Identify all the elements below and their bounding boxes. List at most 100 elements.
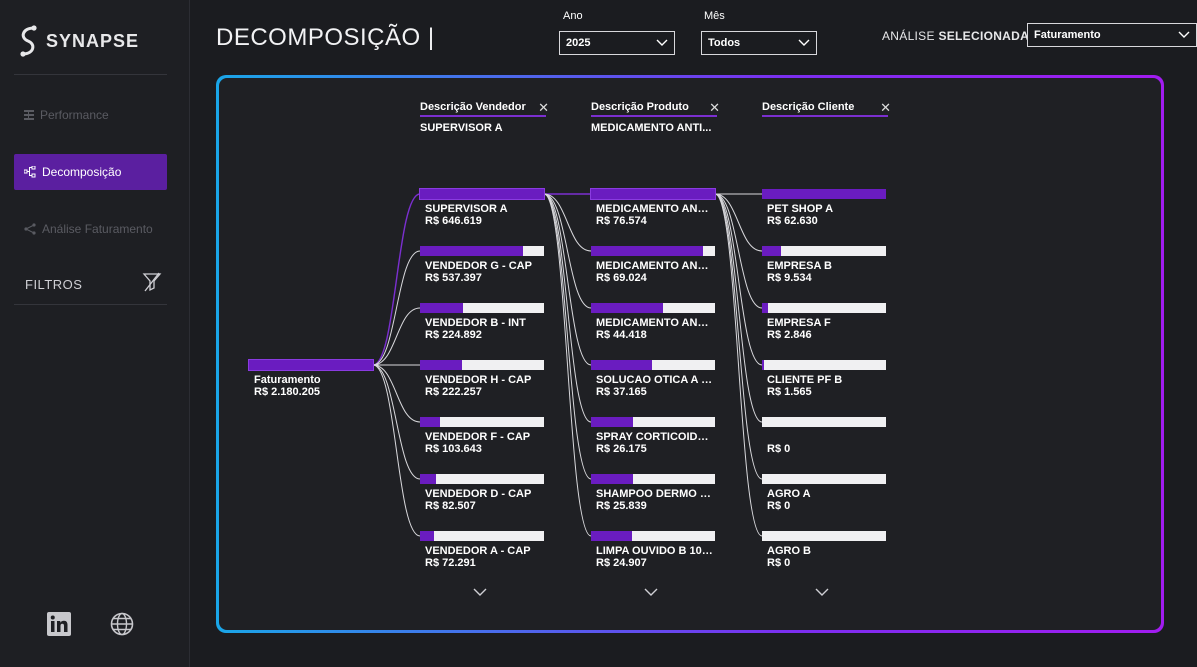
node-bar: [420, 303, 544, 313]
node-value: R$ 222.257: [425, 386, 482, 398]
node-bar-fill: [420, 531, 434, 541]
clear-filter-icon[interactable]: [142, 271, 162, 293]
node-bar-fill: [762, 360, 765, 370]
node-bar: [591, 531, 715, 541]
tree-connector: [372, 364, 421, 423]
tree-node-cliente[interactable]: EMPRESA B R$ 9.534: [762, 246, 888, 284]
node-bar: [591, 474, 715, 484]
node-name: VENDEDOR H - CAP: [425, 374, 532, 386]
node-bar: [762, 531, 886, 541]
node-bar: [419, 188, 545, 200]
tree-connector: [372, 364, 421, 537]
year-select-value: 2025: [566, 37, 591, 49]
month-select[interactable]: Todos: [701, 31, 817, 55]
tree-root-node[interactable]: Faturamento R$ 2.180.205: [248, 359, 375, 398]
tree-node-vendedor[interactable]: VENDEDOR G - CAP R$ 537.397: [420, 246, 546, 284]
tree-connector: [714, 193, 763, 480]
tree-node-produto[interactable]: SPRAY CORTICOIDE A... R$ 26.175: [591, 417, 717, 455]
node-value: R$ 537.397: [425, 272, 482, 284]
tree-node-vendedor[interactable]: VENDEDOR F - CAP R$ 103.643: [420, 417, 546, 455]
tree-node-vendedor[interactable]: VENDEDOR H - CAP R$ 222.257: [420, 360, 546, 398]
node-bar: [590, 188, 716, 200]
node-name: VENDEDOR B - INT: [425, 317, 526, 329]
tree-node-vendedor[interactable]: VENDEDOR A - CAP R$ 72.291: [420, 531, 546, 569]
node-value: R$ 69.024: [596, 272, 647, 284]
filters-heading: FILTROS: [25, 277, 83, 292]
node-value: R$ 224.892: [425, 329, 482, 341]
node-bar: [420, 417, 544, 427]
node-bar-fill: [420, 246, 523, 256]
node-value: R$ 1.565: [767, 386, 812, 398]
globe-icon[interactable]: [110, 612, 134, 636]
node-name: SPRAY CORTICOIDE A...: [596, 431, 715, 443]
expand-more-chevron-icon[interactable]: [643, 587, 659, 597]
chevron-down-icon: [798, 39, 810, 46]
tree-node-cliente[interactable]: PET SHOP A R$ 62.630: [762, 189, 888, 227]
column-title: Descrição Produto: [591, 101, 717, 117]
year-select[interactable]: 2025: [559, 31, 675, 55]
node-bar-fill: [591, 303, 663, 313]
tree-node-cliente[interactable]: R$ 0: [762, 417, 888, 455]
nav-decomposicao[interactable]: Decomposição: [14, 154, 167, 190]
node-bar: [420, 531, 544, 541]
brand-logo: SYNAPSE: [18, 24, 139, 58]
tree-connector: [543, 193, 592, 309]
node-bar: [591, 303, 715, 313]
node-value: R$ 62.630: [767, 215, 818, 227]
node-bar-fill: [762, 303, 769, 313]
node-bar-fill: [762, 246, 781, 256]
node-name: [762, 431, 886, 443]
node-name: VENDEDOR F - CAP: [425, 431, 531, 443]
nav-performance[interactable]: Performance: [14, 97, 167, 133]
tree-connector: [372, 250, 421, 366]
tree-node-produto[interactable]: MEDICAMENTO ANTI... R$ 44.418: [591, 303, 717, 341]
analysis-select-value: Faturamento: [1034, 29, 1101, 41]
column-selected-value: MEDICAMENTO ANTI...: [591, 122, 712, 134]
close-icon[interactable]: ✕: [880, 100, 891, 116]
close-icon[interactable]: ✕: [538, 100, 549, 116]
tree-node-cliente[interactable]: CLIENTE PF B R$ 1.565: [762, 360, 888, 398]
analysis-label-prefix: ANÁLISE: [882, 29, 939, 43]
brand-name: SYNAPSE: [46, 30, 140, 51]
node-name: EMPRESA F: [767, 317, 831, 329]
sidebar-divider: [14, 304, 167, 305]
node-name: VENDEDOR G - CAP: [425, 260, 532, 272]
tree-node-cliente[interactable]: AGRO B R$ 0: [762, 531, 888, 569]
tree-node-produto[interactable]: MEDICAMENTO ANTI... R$ 69.024: [591, 246, 717, 284]
nav-analise-faturamento[interactable]: Análise Faturamento: [14, 211, 167, 247]
tree-node-vendedor[interactable]: VENDEDOR B - INT R$ 224.892: [420, 303, 546, 341]
month-select-value: Todos: [708, 37, 741, 49]
tree-node-cliente[interactable]: EMPRESA F R$ 2.846: [762, 303, 888, 341]
node-name: SUPERVISOR A: [425, 203, 508, 215]
tree-connector: [372, 307, 421, 366]
node-name: LIMPA OUVIDO B 100...: [596, 545, 715, 557]
node-value: R$ 646.619: [425, 215, 482, 227]
tree-node-produto[interactable]: SHAMPOO DERMO B ... R$ 25.839: [591, 474, 717, 512]
tree-node-produto[interactable]: SOLUCAO OTICA A 10... R$ 37.165: [591, 360, 717, 398]
node-value: R$ 26.175: [596, 443, 647, 455]
tree-connector: [543, 193, 592, 537]
tree-node-produto[interactable]: MEDICAMENTO ANTI... R$ 76.574: [590, 188, 717, 227]
analysis-select[interactable]: Faturamento: [1027, 23, 1197, 47]
tree-node-vendedor[interactable]: VENDEDOR D - CAP R$ 82.507: [420, 474, 546, 512]
expand-more-chevron-icon[interactable]: [472, 587, 488, 597]
node-name: PET SHOP A: [767, 203, 834, 215]
node-bar-fill: [591, 189, 715, 199]
node-value: R$ 103.643: [425, 443, 482, 455]
node-name: SOLUCAO OTICA A 10...: [596, 374, 715, 386]
chevron-down-icon: [1178, 31, 1190, 38]
node-bar: [591, 360, 715, 370]
month-label: Mês: [704, 10, 725, 22]
node-bar-fill: [420, 360, 463, 370]
tree-node-vendedor[interactable]: SUPERVISOR A R$ 646.619: [419, 188, 546, 227]
expand-more-chevron-icon[interactable]: [814, 587, 830, 597]
close-icon[interactable]: ✕: [709, 100, 720, 116]
linkedin-icon[interactable]: [47, 612, 71, 636]
tree-connector: [543, 193, 592, 480]
node-value: R$ 37.165: [596, 386, 647, 398]
column-selected-value: SUPERVISOR A: [420, 122, 503, 134]
tree-node-cliente[interactable]: AGRO A R$ 0: [762, 474, 888, 512]
node-bar-fill: [591, 360, 652, 370]
node-bar: [762, 474, 886, 484]
tree-node-produto[interactable]: LIMPA OUVIDO B 100... R$ 24.907: [591, 531, 717, 569]
